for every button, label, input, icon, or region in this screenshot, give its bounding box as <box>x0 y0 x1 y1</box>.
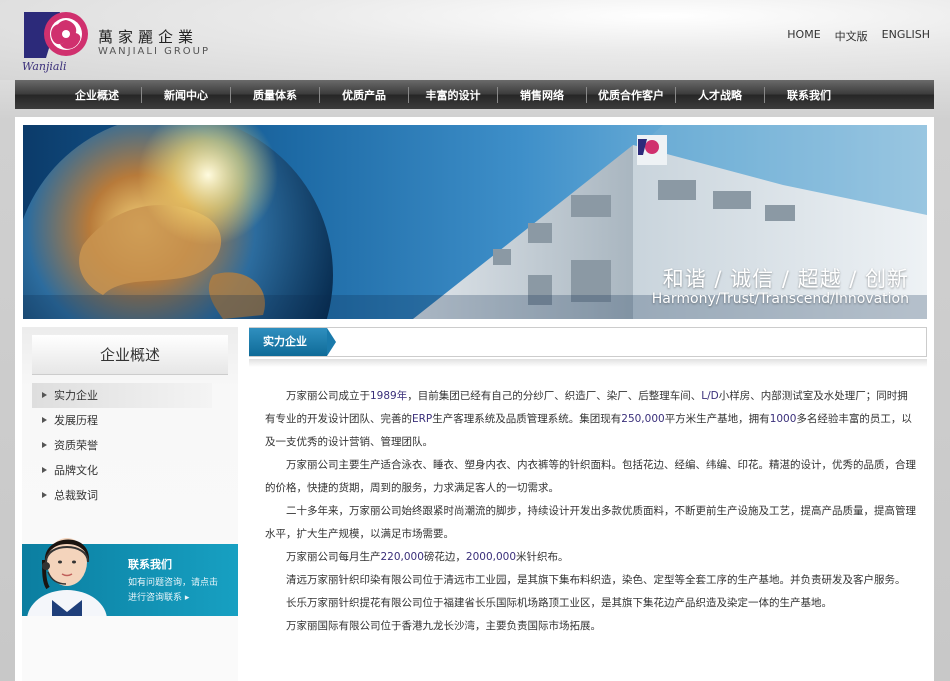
highlight-number: 220,000 <box>380 551 424 563</box>
contact-us-box[interactable]: 联系我们 如有问题咨询，请点击 进行咨询联系 ▸ <box>22 538 238 616</box>
logo-chinese-name: 萬家麗企業 <box>98 28 199 46</box>
text-run: 万家丽公司主要生产适合泳衣、睡衣、塑身内衣、内衣裤等的针织面料。包括花边、经编、… <box>265 459 916 494</box>
sidebar-item-label: 品牌文化 <box>54 464 98 477</box>
text-run: 生产客理系统及品质管理系统。集团现有 <box>432 413 622 425</box>
top-links: HOME 中文版 ENGLISH <box>787 28 930 44</box>
triangle-right-icon <box>42 392 47 398</box>
text-run: 平方米生产基地，拥有 <box>664 413 770 425</box>
chinese-version-link[interactable]: 中文版 <box>835 28 868 44</box>
triangle-right-icon <box>42 492 47 498</box>
banner: 和谐 / 诚信 / 超越 / 创新 Harmony/Trust/Transcen… <box>23 125 927 319</box>
sidebar-item-history[interactable]: 发展历程 <box>32 408 212 433</box>
highlight-number: 2000,000 <box>465 551 517 563</box>
text-run: 磅花边， <box>423 551 466 563</box>
paragraph: 长乐万家丽针织提花有限公司位于福建省长乐国际机场路顶工业区，是其旗下集花边产品织… <box>265 592 917 615</box>
text-run: 万家丽公司每月生产 <box>286 551 381 563</box>
sidebar-item-brand-culture[interactable]: 品牌文化 <box>32 458 212 483</box>
highlight-number: ERP <box>412 413 433 425</box>
logo[interactable]: Wanjiali 萬家麗企業 WANJIALI GROUP <box>18 8 218 73</box>
content-area: 企业概述 实力企业 发展历程 资质荣誉 品牌文化 总裁致词 联系我们 如有问题咨… <box>15 319 934 681</box>
sidebar-item-label: 发展历程 <box>54 414 98 427</box>
main-nav: 企业概述 新闻中心 质量体系 优质产品 丰富的设计 销售网络 优质合作客户 人才… <box>15 80 934 109</box>
logo-mark-icon <box>24 12 88 58</box>
text-run: 万家丽国际有限公司位于香港九龙长沙湾，主要负责国际市场拓展。 <box>286 620 601 632</box>
nav-item-company-overview[interactable]: 企业概述 <box>53 87 141 103</box>
highlight-number: L/D <box>701 390 719 402</box>
article-body: 万家丽公司成立于1989年，目前集团已经有自己的分纱厂、织造厂、染厂、后整理车间… <box>265 385 917 638</box>
english-version-link[interactable]: ENGLISH <box>882 28 930 44</box>
text-run: 米针织布。 <box>516 551 569 563</box>
triangle-right-icon <box>42 467 47 473</box>
highlight-number: 1989年 <box>370 390 408 402</box>
paragraph: 万家丽公司主要生产适合泳衣、睡衣、塑身内衣、内衣裤等的针织面料。包括花边、经编、… <box>265 454 917 500</box>
sidebar-item-strength[interactable]: 实力企业 <box>32 383 212 408</box>
tab-strength[interactable]: 实力企业 <box>249 328 327 356</box>
logo-script-text: Wanjiali <box>22 60 67 73</box>
sidebar-menu: 实力企业 发展历程 资质荣誉 品牌文化 总裁致词 <box>32 383 212 508</box>
contact-us-description: 如有问题咨询，请点击 <box>128 578 219 588</box>
main-content: 实力企业 万家丽公司成立于1989年，目前集团已经有自己的分纱厂、织造厂、染厂、… <box>249 327 927 681</box>
paragraph: 万家丽国际有限公司位于香港九龙长沙湾，主要负责国际市场拓展。 <box>265 615 917 638</box>
nav-item-design[interactable]: 丰富的设计 <box>409 87 497 103</box>
text-run: 长乐万家丽针织提花有限公司位于福建省长乐国际机场路顶工业区，是其旗下集花边产品织… <box>286 597 832 609</box>
nav-item-clients[interactable]: 优质合作客户 <box>587 87 675 103</box>
text-run: 二十多年来，万家丽公司始终跟紧时尚潮流的脚步，持续设计开发出多款优质面料，不断更… <box>265 505 916 540</box>
banner-slogan-chinese: 和谐 / 诚信 / 超越 / 创新 <box>662 267 909 291</box>
customer-service-avatar <box>27 538 107 616</box>
tab-arrow-icon <box>327 328 336 356</box>
text-run: 万家丽公司成立于 <box>286 390 370 402</box>
sidebar-item-label: 资质荣誉 <box>54 439 98 452</box>
triangle-right-icon <box>42 417 47 423</box>
nav-item-talent[interactable]: 人才战略 <box>676 87 764 103</box>
nav-item-sales-network[interactable]: 销售网络 <box>498 87 586 103</box>
banner-frame: 和谐 / 诚信 / 超越 / 创新 Harmony/Trust/Transcen… <box>15 117 934 327</box>
banner-slogan-english: Harmony/Trust/Transcend/Innovation <box>651 291 909 307</box>
text-run: 清远万家丽针织印染有限公司位于清远市工业园，是其旗下集布料织造，染色、定型等全套… <box>286 574 906 586</box>
logo-english-name: WANJIALI GROUP <box>98 46 211 57</box>
sidebar-item-president-speech[interactable]: 总裁致词 <box>32 483 212 508</box>
header: Wanjiali 萬家麗企業 WANJIALI GROUP HOME 中文版 E… <box>0 0 950 80</box>
sidebar-title: 企业概述 <box>32 335 228 375</box>
tab-divider <box>249 359 927 367</box>
sidebar: 企业概述 实力企业 发展历程 资质荣誉 品牌文化 总裁致词 联系我们 如有问题咨… <box>22 327 238 681</box>
section-tab-bar: 实力企业 <box>249 327 927 357</box>
paragraph: 清远万家丽针织印染有限公司位于清远市工业园，是其旗下集布料织造，染色、定型等全套… <box>265 569 917 592</box>
contact-us-title: 联系我们 <box>128 558 172 571</box>
sidebar-item-label: 总裁致词 <box>54 489 98 502</box>
sidebar-item-label: 实力企业 <box>54 389 98 402</box>
paragraph: 万家丽公司每月生产220,000磅花边，2000,000米针织布。 <box>265 546 917 569</box>
paragraph: 二十多年来，万家丽公司始终跟紧时尚潮流的脚步，持续设计开发出多款优质面料，不断更… <box>265 500 917 546</box>
nav-item-news[interactable]: 新闻中心 <box>142 87 230 103</box>
highlight-number: 250,000 <box>621 413 665 425</box>
contact-us-link[interactable]: 进行咨询联系 ▸ <box>128 590 189 603</box>
nav-item-quality[interactable]: 质量体系 <box>231 87 319 103</box>
highlight-number: 1000 <box>769 413 797 425</box>
triangle-right-icon <box>42 442 47 448</box>
home-link[interactable]: HOME <box>787 28 820 44</box>
text-run: ，目前集团已经有自己的分纱厂、织造厂、染厂、后整理车间、 <box>407 390 702 402</box>
paragraph: 万家丽公司成立于1989年，目前集团已经有自己的分纱厂、织造厂、染厂、后整理车间… <box>265 385 917 454</box>
nav-item-products[interactable]: 优质产品 <box>320 87 408 103</box>
sidebar-item-honors[interactable]: 资质荣誉 <box>32 433 212 458</box>
nav-item-contact[interactable]: 联系我们 <box>765 87 853 103</box>
